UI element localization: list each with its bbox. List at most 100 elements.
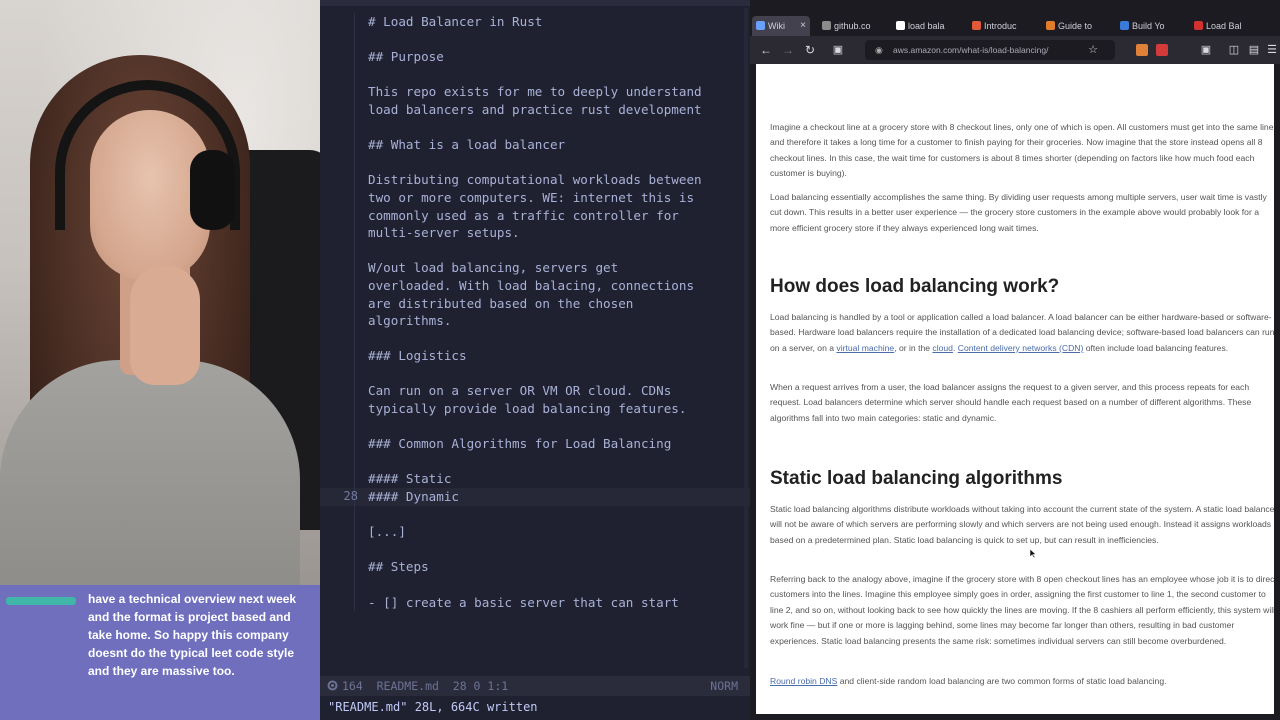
web-page[interactable]: Imagine a checkout line at a grocery sto… xyxy=(756,64,1280,714)
forward-arrow-icon[interactable]: → xyxy=(780,42,796,58)
tab-label: Guide to xyxy=(1058,21,1093,31)
line-text: Can run on a server OR VM OR cloud. CDNs xyxy=(368,383,672,399)
paragraph-analogy: Referring back to the analogy above, ima… xyxy=(770,574,1277,646)
paragraph-text: often include load balancing features. xyxy=(1083,342,1229,353)
paragraph-text: , or in the xyxy=(894,342,933,353)
editor-line[interactable] xyxy=(320,153,750,172)
webcam-feed xyxy=(0,0,320,585)
link-virtual-machine[interactable]: virtual machine xyxy=(836,343,894,353)
editor-line[interactable] xyxy=(320,364,750,383)
editor-line[interactable] xyxy=(320,30,750,49)
editor-line[interactable]: two or more computers. WE: internet this… xyxy=(320,188,750,207)
downloads-icon[interactable]: ▣ xyxy=(1198,42,1214,58)
command-line[interactable]: "README.md" 28L, 664C written xyxy=(320,696,750,720)
editor-line[interactable] xyxy=(320,576,750,594)
indent-guide xyxy=(354,136,355,154)
gear-icon xyxy=(327,680,338,691)
favicon-icon xyxy=(756,21,765,30)
editor-line[interactable] xyxy=(320,505,750,524)
browser-tab[interactable]: Wiki × xyxy=(752,16,810,36)
browser-tab[interactable]: load bala xyxy=(892,16,960,36)
editor-line[interactable]: load balancers and practice rust develop… xyxy=(320,100,750,119)
chat-message: have a technical overview next week and … xyxy=(88,592,297,678)
indent-guide xyxy=(354,576,355,594)
editor-line[interactable]: #### Static xyxy=(320,470,750,489)
editor-line[interactable]: multi-server setups. xyxy=(320,224,750,242)
editor-line[interactable]: Can run on a server OR VM OR cloud. CDNs xyxy=(320,382,750,401)
editor-line[interactable]: Distributing computational workloads bet… xyxy=(320,171,750,189)
editor-line[interactable]: ### Common Algorithms for Load Balancing xyxy=(320,435,750,453)
bookmark-star-icon[interactable]: ☆ xyxy=(1085,42,1101,58)
editor-line[interactable]: ### Logistics xyxy=(320,347,750,365)
mode-indicator: NORM xyxy=(710,679,738,693)
indent-guide xyxy=(354,206,355,225)
menu-icon[interactable]: ☰ xyxy=(1264,42,1280,58)
paragraph-static-intro: Static load balancing algorithms distrib… xyxy=(770,504,1278,545)
sidebar-icon[interactable]: ◫ xyxy=(1226,42,1242,58)
browser-tab[interactable]: Introduc xyxy=(968,16,1034,36)
line-text: typically provide load balancing feature… xyxy=(368,401,687,417)
tab-strip: Wiki × github.co load bala Introduc Guide to B… xyxy=(750,0,1280,36)
heading-how-it-works: How does load balancing work? xyxy=(770,276,1060,297)
browser-tab[interactable]: Build Yo xyxy=(1116,16,1182,36)
editor-line[interactable] xyxy=(320,452,750,471)
editor-line[interactable] xyxy=(320,118,750,137)
editor-line[interactable] xyxy=(320,241,750,260)
editor-line[interactable]: typically provide load balancing feature… xyxy=(320,400,750,418)
editor-line[interactable]: algorithms. xyxy=(320,312,750,330)
editor-line[interactable]: This repo exists for me to deeply unders… xyxy=(320,83,750,101)
editor-top-strip xyxy=(320,0,750,6)
line-text: are distributed based on the chosen xyxy=(368,295,634,311)
back-arrow-icon[interactable]: ← xyxy=(758,42,774,58)
editor-line[interactable]: overloaded. With load balacing, connecti… xyxy=(320,276,750,295)
indent-guide xyxy=(354,30,355,49)
editor-line[interactable]: are distributed based on the chosen xyxy=(320,294,750,313)
favicon-icon xyxy=(822,21,831,30)
indent-guide xyxy=(354,276,355,295)
headset-earcup xyxy=(190,150,235,230)
editor-line[interactable]: 28 #### Dynamic xyxy=(320,488,750,506)
status-line: 164 README.md 28 0 1:1 NORM xyxy=(320,676,750,696)
editor-line[interactable] xyxy=(320,65,750,84)
window-edge xyxy=(750,714,1280,720)
indent-guide xyxy=(354,523,355,541)
extension-icon[interactable] xyxy=(1136,44,1148,56)
ublock-icon[interactable] xyxy=(1156,44,1168,56)
link-cloud[interactable]: cloud xyxy=(932,343,953,353)
editor-buffer[interactable]: # Load Balancer in Rust ## Purpose This re… xyxy=(320,13,750,612)
indent-guide xyxy=(354,241,355,260)
link-round-robin-dns[interactable]: Round robin DNS xyxy=(770,676,837,686)
editor-line[interactable] xyxy=(320,329,750,348)
line-number: 28 xyxy=(343,489,358,504)
editor-scrollbar[interactable] xyxy=(744,8,748,668)
editor-line[interactable] xyxy=(320,540,750,559)
line-text: ## What is a load balancer xyxy=(368,137,566,153)
editor-line[interactable]: commonly used as a traffic controller fo… xyxy=(320,206,750,225)
indent-guide xyxy=(354,558,355,576)
editor-line[interactable]: # Load Balancer in Rust xyxy=(320,13,750,31)
link-cdn[interactable]: Content delivery networks (CDN) xyxy=(958,343,1084,353)
paragraph-how-handled: Load balancing is handled by a tool or a… xyxy=(770,310,1280,356)
navigation-bar: ← → ↻ ▣ ◉ aws.amazon.com/what-is/load-ba… xyxy=(750,36,1280,64)
indent-guide xyxy=(354,188,355,207)
heading-static-algorithms: Static load balancing algorithms xyxy=(770,468,1063,489)
editor-line[interactable]: W/out load balancing, servers get xyxy=(320,259,750,277)
line-text: [...] xyxy=(368,524,406,540)
favicon-icon xyxy=(1046,21,1055,30)
browser-tab[interactable]: Guide to xyxy=(1042,16,1108,36)
editor-line[interactable]: - [] create a basic server that can star… xyxy=(320,593,750,612)
browser-tab[interactable]: Load Bal xyxy=(1190,16,1250,36)
reload-icon[interactable]: ↻ xyxy=(802,42,818,58)
indent-guide xyxy=(354,65,355,84)
browser-tab[interactable]: github.co xyxy=(818,16,884,36)
editor-line[interactable]: ## Steps xyxy=(320,558,750,576)
address-bar[interactable]: ◉ aws.amazon.com/what-is/load-balancing/ xyxy=(865,40,1115,60)
text-editor[interactable]: # Load Balancer in Rust ## Purpose This re… xyxy=(320,0,750,720)
editor-line[interactable]: ## Purpose xyxy=(320,48,750,66)
close-icon[interactable]: × xyxy=(800,16,806,36)
editor-line[interactable]: ## What is a load balancer xyxy=(320,136,750,154)
reader-icon[interactable]: ▤ xyxy=(1246,42,1262,58)
line-text: This repo exists for me to deeply unders… xyxy=(368,84,702,100)
editor-line[interactable] xyxy=(320,417,750,436)
editor-line[interactable]: [...] xyxy=(320,523,750,541)
